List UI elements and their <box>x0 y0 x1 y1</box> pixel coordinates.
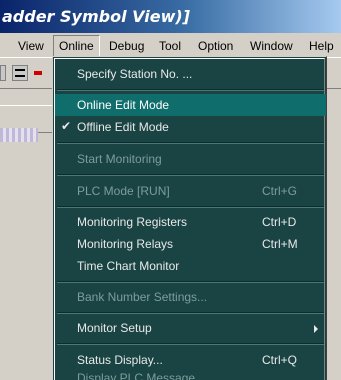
menu-item-label: Online Edit Mode <box>77 98 170 112</box>
menu-item-offline-edit-mode[interactable]: ✔ Offline Edit Mode <box>55 116 326 138</box>
online-menu-dropdown: Specify Station No. ... Online Edit Mode… <box>52 56 327 380</box>
menu-item-label: Offline Edit Mode <box>77 120 169 134</box>
title-bar: adder Symbol View)] <box>0 0 341 33</box>
menu-item-label: Display PLC Message <box>77 371 196 380</box>
menu-item-bank-number-settings[interactable]: Bank Number Settings... <box>55 286 326 308</box>
menu-item-specify-station[interactable]: Specify Station No. ... <box>55 63 326 85</box>
menu-view[interactable]: View <box>18 39 44 53</box>
menu-separator <box>57 89 324 91</box>
menu-item-label: Specify Station No. ... <box>77 67 193 81</box>
menu-item-label: Start Monitoring <box>77 152 162 166</box>
online-menu-body: Specify Station No. ... Online Edit Mode… <box>54 58 326 380</box>
ladder-grid-icon[interactable] <box>12 65 28 81</box>
menu-debug[interactable]: Debug <box>109 39 144 53</box>
editor-header-strip <box>0 105 52 142</box>
menu-separator <box>57 312 324 314</box>
menu-separator <box>57 343 324 345</box>
menu-item-label: Monitor Setup <box>77 321 152 335</box>
checkmark-icon: ✔ <box>61 119 72 133</box>
menu-separator <box>57 174 324 176</box>
menu-item-time-chart-monitor[interactable]: Time Chart Monitor <box>55 255 326 277</box>
menu-item-shortcut: Ctrl+G <box>262 184 298 198</box>
ladder-ruler <box>0 128 38 142</box>
application-window: adder Symbol View)] View Online Debug To… <box>0 0 341 380</box>
menu-help[interactable]: Help <box>309 39 334 53</box>
editor-left-strip <box>0 89 52 380</box>
menu-bar: View Online Debug Tool Option Window Hel… <box>0 33 341 58</box>
menu-item-shortcut: Ctrl+D <box>262 215 297 229</box>
submenu-arrow-icon <box>314 325 318 333</box>
toolbar-partial-icon[interactable] <box>0 65 6 81</box>
menu-option[interactable]: Option <box>198 39 233 53</box>
editor-right-strip <box>327 89 341 380</box>
red-arrow-icon[interactable] <box>34 65 44 81</box>
window-title: adder Symbol View)] <box>2 7 190 26</box>
menu-item-monitor-setup[interactable]: Monitor Setup <box>55 317 326 339</box>
menu-online[interactable]: Online <box>53 35 100 57</box>
menu-item-monitoring-relays[interactable]: Monitoring Relays Ctrl+M <box>55 233 326 255</box>
menu-item-label: Bank Number Settings... <box>77 290 208 304</box>
menu-separator <box>57 206 324 208</box>
menu-separator <box>57 281 324 283</box>
menu-item-label: Monitoring Registers <box>77 215 188 229</box>
menu-item-label: Monitoring Relays <box>77 237 174 251</box>
menu-item-display-plc-message[interactable]: Display PLC Message <box>55 367 326 380</box>
menu-separator <box>57 142 324 144</box>
menu-window[interactable]: Window <box>250 39 293 53</box>
menu-item-label: PLC Mode [RUN] <box>77 184 170 198</box>
menu-item-online-edit-mode[interactable]: Online Edit Mode <box>55 94 326 116</box>
menu-item-start-monitoring[interactable]: Start Monitoring <box>55 148 326 170</box>
menu-item-label: Time Chart Monitor <box>77 259 180 273</box>
menu-item-label: Status Display... <box>77 353 163 367</box>
menu-item-shortcut: Ctrl+Q <box>262 353 298 367</box>
menu-item-plc-mode[interactable]: PLC Mode [RUN] Ctrl+G <box>55 180 326 202</box>
menu-item-monitoring-registers[interactable]: Monitoring Registers Ctrl+D <box>55 211 326 233</box>
menu-tool[interactable]: Tool <box>159 39 181 53</box>
menu-item-shortcut: Ctrl+M <box>262 237 298 251</box>
